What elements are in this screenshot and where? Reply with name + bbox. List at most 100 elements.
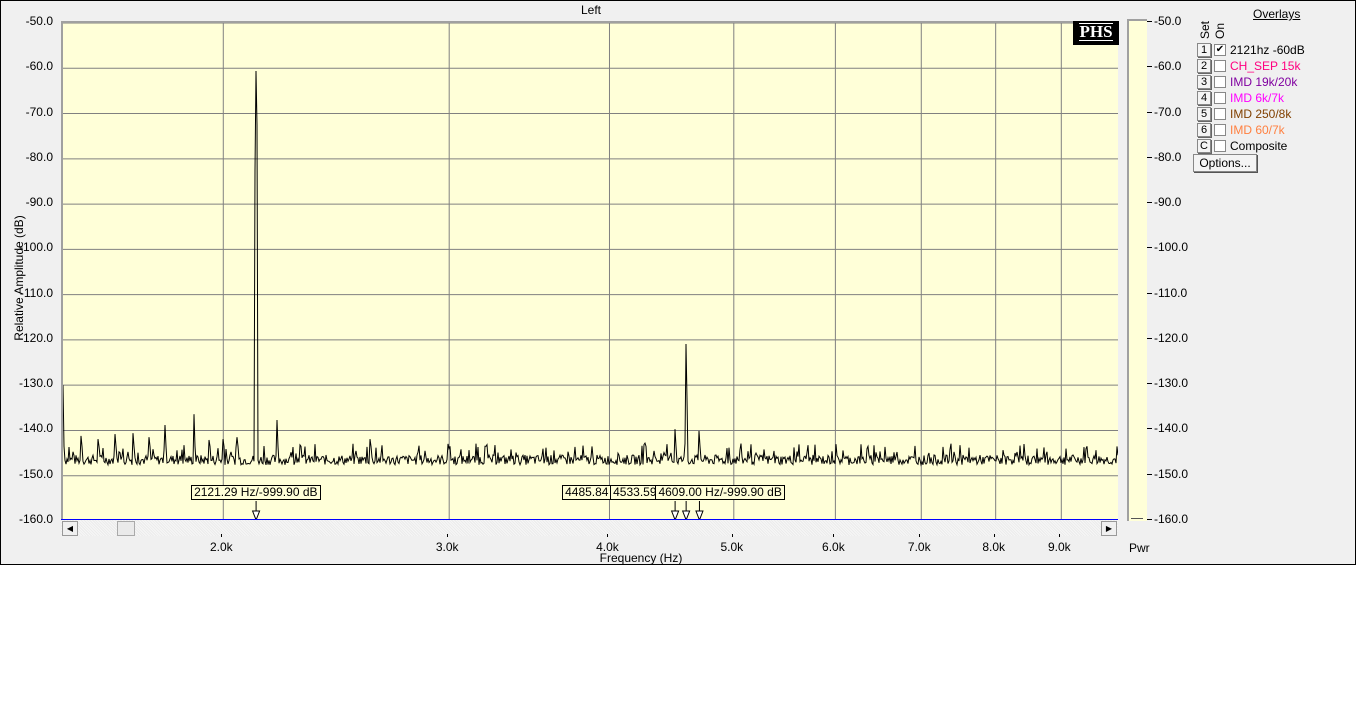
power-tick-label: -110.0 [1154,285,1188,300]
overlay-checkbox[interactable] [1214,75,1226,88]
overlay-label: IMD 6k/7k [1230,90,1285,105]
overlay-label: IMD 19k/20k [1230,74,1298,89]
y-tick-label: -140.0 [18,421,53,436]
y-tick-label: -80.0 [25,149,53,164]
y-tick-label: -120.0 [18,330,53,345]
overlay-row: 3 IMD 19k/20k [1197,74,1297,89]
x-tick [919,534,921,537]
overlay-row: 2 CH_SEP 15k [1197,58,1300,73]
x-tick [731,534,733,537]
overlay-row: C Composite [1197,138,1287,153]
x-tick [833,534,835,537]
overlay-row: 1 ✔ 2121hz -60dB [1197,42,1305,57]
overlay-label: IMD 250/8k [1230,106,1292,121]
power-tick [1147,111,1152,113]
power-tick [1147,247,1152,249]
x-tick [221,534,223,537]
power-tick [1147,519,1152,520]
overlay-row: 5 IMD 250/8k [1197,106,1291,121]
overlay-row: 6 IMD 60/7k [1197,122,1285,137]
y-tick-label: -90.0 [25,195,53,210]
marker-arrow [670,510,680,519]
power-tick-label: -130.0 [1154,376,1189,391]
marker-label[interactable]: 2121.29 Hz/-999.90 dB [191,485,321,500]
x-tick-label: 2.0k [209,540,233,554]
x-axis-title: Frequency (Hz) [599,551,683,565]
y-tick-label: -50.0 [25,14,53,28]
overlay-checkbox[interactable] [1214,59,1226,72]
scroll-thumb[interactable] [117,521,135,536]
power-tick-label: -80.0 [1154,149,1182,164]
overlay-set-button[interactable]: C [1197,138,1211,153]
overlay-checkbox[interactable] [1214,107,1226,120]
y-tick-label: -160.0 [18,512,53,526]
power-tick-label: -50.0 [1154,14,1182,28]
power-tick [1147,156,1152,158]
x-tick [607,534,609,537]
x-tick [447,534,449,537]
power-tick-label: -160.0 [1154,512,1189,526]
on-header: On [1213,22,1227,39]
x-tick-label: 4.0k [596,540,619,554]
x-tick-label: 5.0k [720,540,744,554]
horizontal-scrollbar[interactable]: ◀ ▶ [61,519,1118,536]
power-tick-label: -60.0 [1154,59,1182,74]
power-tick-label: -150.0 [1154,466,1189,481]
y-tick-label: -130.0 [18,376,53,391]
plot-area[interactable]: 2121.29 Hz/-999.90 dB4485.84 Hz/-999.90 … [61,21,1118,519]
x-tick-label: 9.0k [1047,540,1071,554]
x-tick-label: 3.0k [435,540,459,554]
marker-arrow [251,510,261,519]
power-tick [1147,428,1152,430]
power-tick [1147,383,1152,385]
overlay-checkbox[interactable] [1214,91,1226,104]
y-tick-label: -100.0 [18,240,53,255]
power-tick-label: -120.0 [1154,330,1189,345]
phs-logo: PHS [1073,21,1119,45]
power-tick-label: -70.0 [1154,104,1182,119]
power-tick [1147,202,1152,204]
set-header: Set [1198,20,1212,39]
overlay-set-button[interactable]: 4 [1197,90,1211,105]
power-tick [1147,292,1152,294]
overlay-label: 2121hz -60dB [1230,42,1305,57]
marker-arrow [681,510,691,519]
overlay-checkbox[interactable] [1214,139,1226,152]
analyzer-window: Left Relative Amplitude (dB) 2121.29 Hz/… [0,0,1356,565]
overlay-set-button[interactable]: 2 [1197,58,1211,73]
power-tick [1147,66,1152,68]
overlay-set-button[interactable]: 3 [1197,74,1211,89]
power-tick [1147,21,1152,22]
power-tick-label: -140.0 [1154,421,1189,436]
overlay-label: CH_SEP 15k [1230,58,1301,73]
x-tick [1059,534,1061,537]
marker-label[interactable]: 4609.00 Hz/-999.90 dB [655,485,785,500]
overlay-set-button[interactable]: 6 [1197,122,1211,137]
power-meter [1127,19,1147,521]
y-tick-label: -150.0 [18,466,53,481]
power-tick-label: -90.0 [1154,195,1182,210]
power-tick-label: -100.0 [1154,240,1189,255]
x-tick-label: 6.0k [822,540,845,554]
x-tick-label: 7.0k [907,540,931,554]
overlay-checkbox[interactable]: ✔ [1214,43,1226,56]
options-button[interactable]: Options... [1193,154,1257,172]
overlay-checkbox[interactable] [1214,123,1226,136]
y-tick-label: -60.0 [25,59,53,74]
overlay-set-button[interactable]: 1 [1197,42,1211,57]
overlays-title[interactable]: Overlays [1253,7,1300,21]
power-tick [1147,473,1152,475]
chart-title: Left [580,3,601,17]
power-label: Pwr [1129,541,1150,555]
power-tick [1147,337,1152,339]
x-tick [993,534,995,537]
overlay-set-button[interactable]: 5 [1197,106,1211,121]
scroll-left-button[interactable]: ◀ [62,521,78,536]
spectrum-chart [63,23,1118,519]
spectrum-trace [63,70,1118,467]
x-tick-label: 8.0k [982,540,1006,554]
y-axis-title: Relative Amplitude (dB) [12,215,26,341]
overlay-label: IMD 60/7k [1230,122,1285,137]
marker-arrow [695,510,704,519]
scroll-right-button[interactable]: ▶ [1101,521,1117,536]
